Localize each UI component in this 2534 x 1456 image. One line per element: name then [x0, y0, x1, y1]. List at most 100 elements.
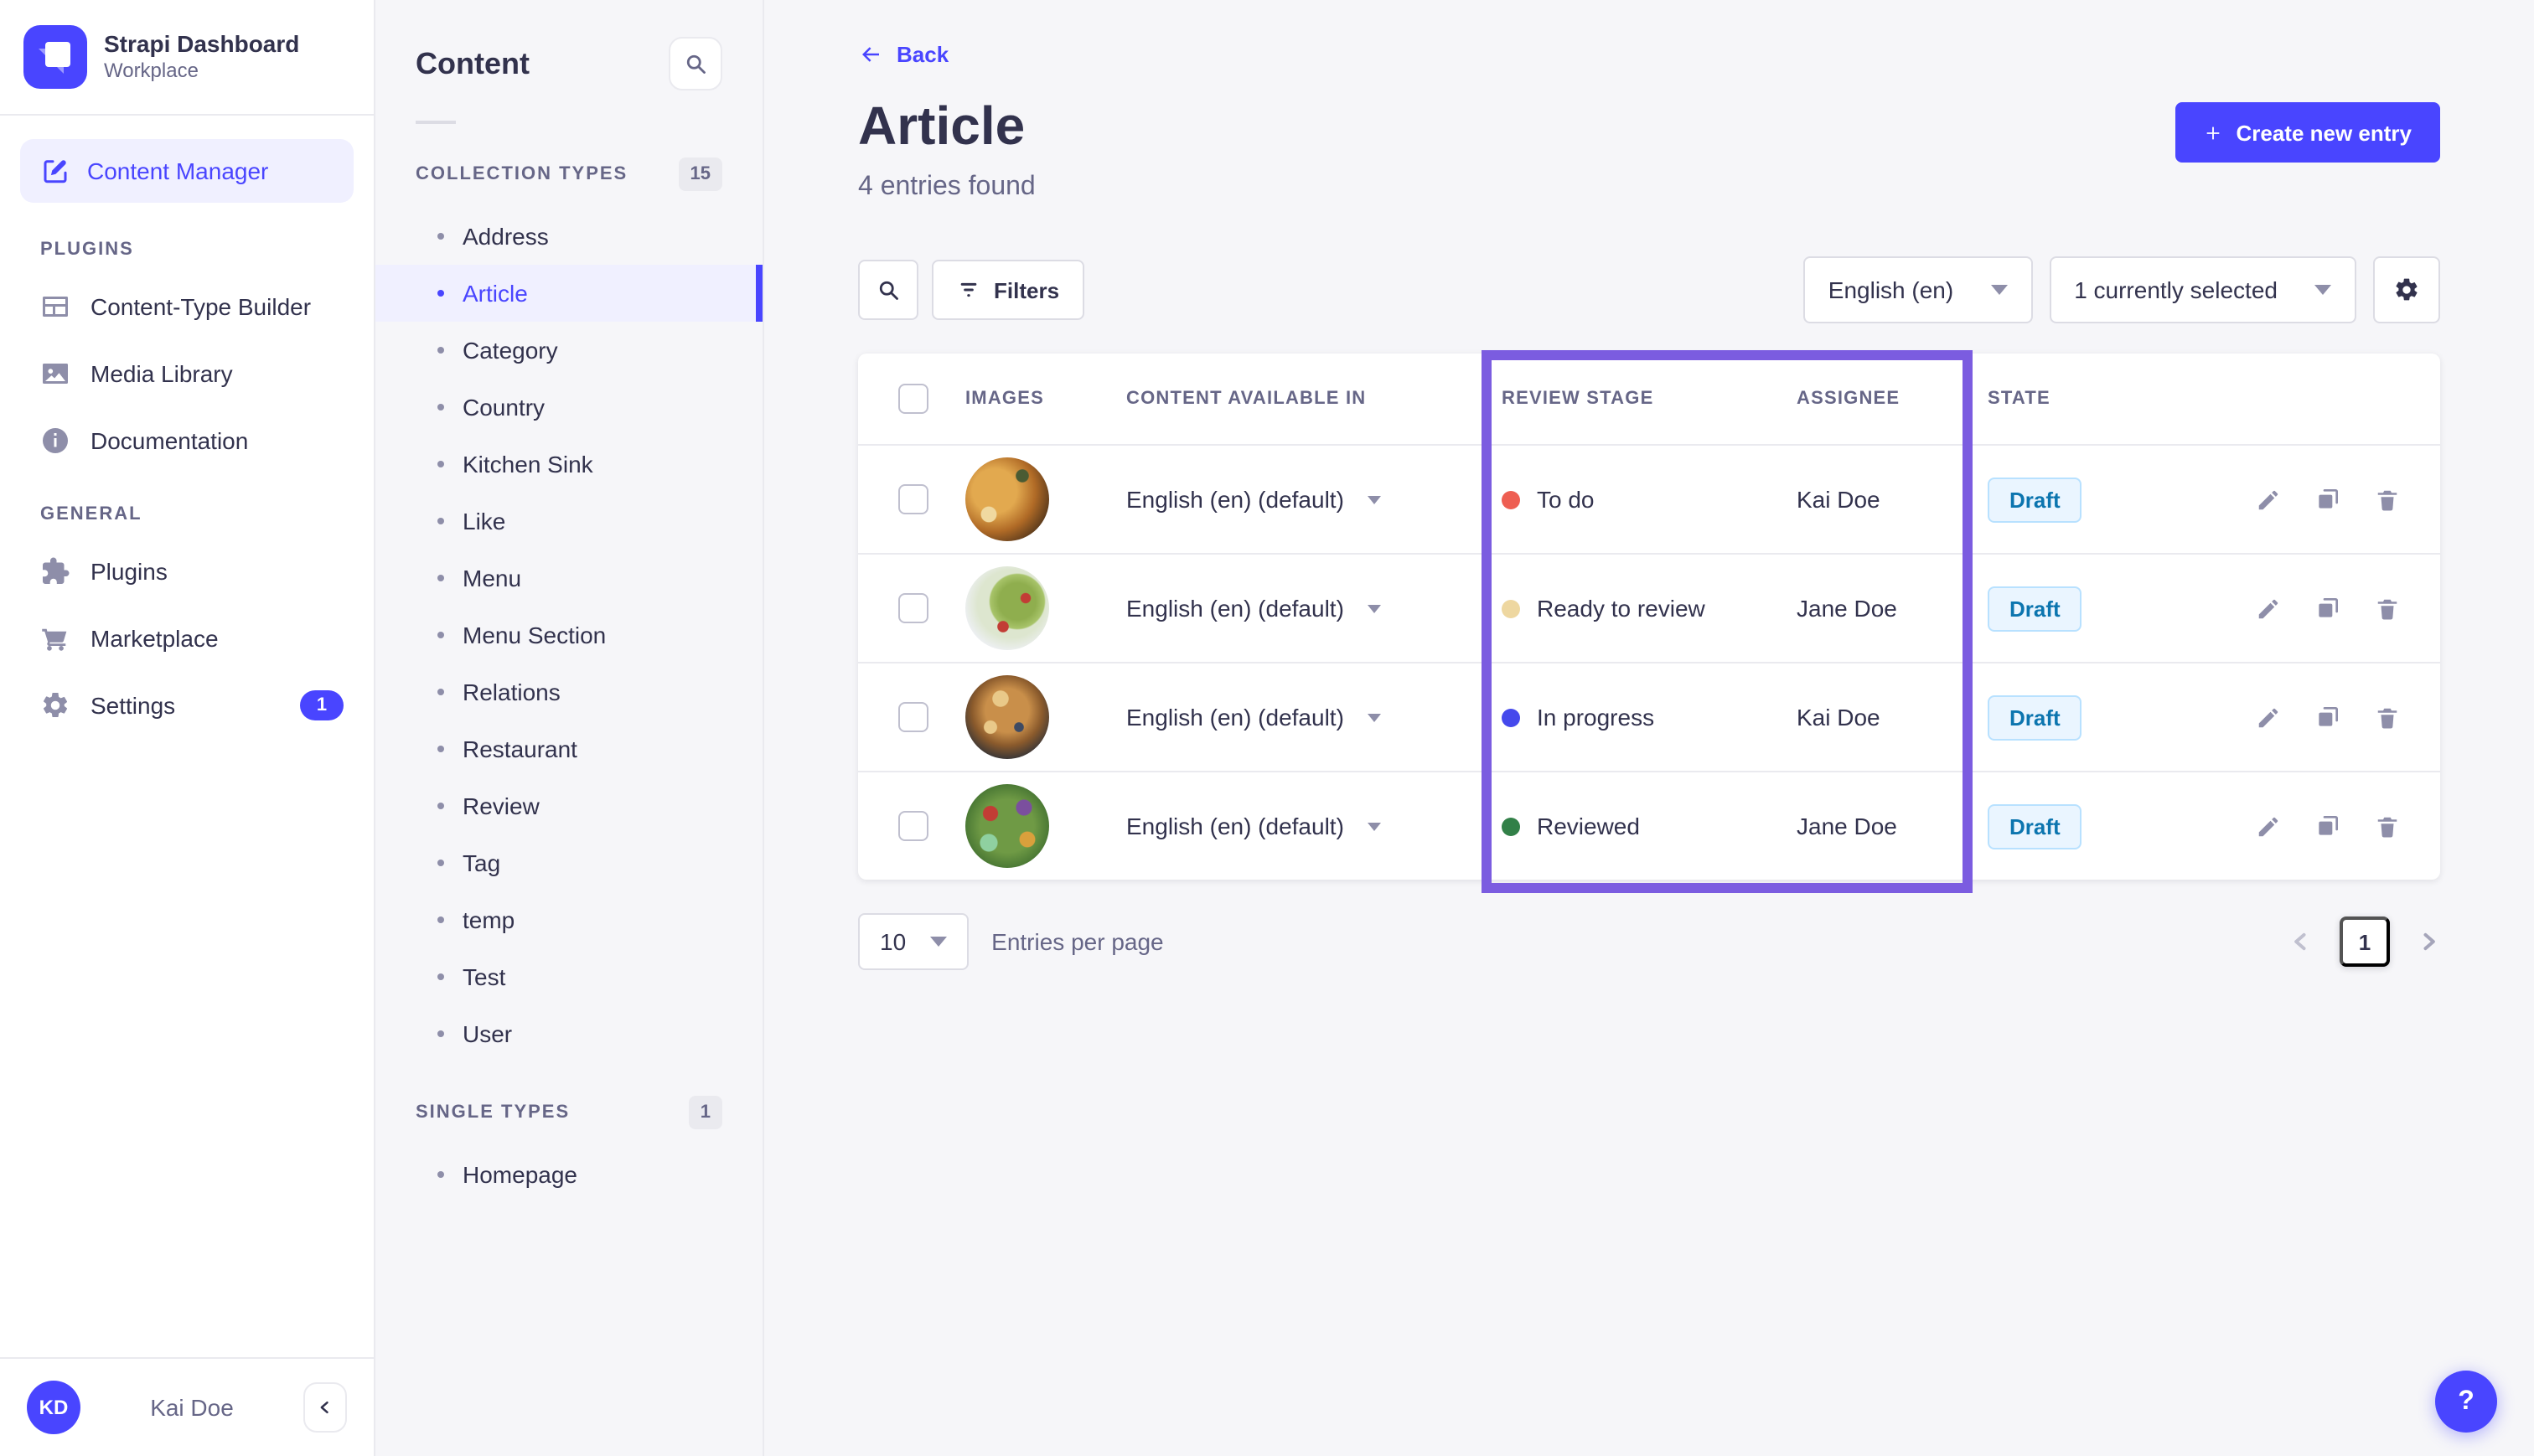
table-row[interactable]: English (en) (default) In progress Kai D…: [858, 662, 2440, 771]
copy-icon: [2314, 595, 2341, 622]
delete-button[interactable]: [2375, 813, 2400, 839]
row-checkbox[interactable]: [898, 811, 928, 841]
bullet-icon: [437, 973, 444, 980]
locale-cell[interactable]: English (en) (default): [1126, 813, 1502, 839]
row-checkbox[interactable]: [898, 593, 928, 623]
sidebar-item-temp[interactable]: temp: [375, 891, 763, 948]
select-all-checkbox[interactable]: [898, 384, 928, 414]
row-photo: [965, 457, 1049, 541]
content-sidebar-title: Content: [416, 46, 530, 81]
page-size-select[interactable]: 10: [858, 913, 968, 970]
locale-cell[interactable]: English (en) (default): [1126, 704, 1502, 731]
table-row[interactable]: English (en) (default) To do Kai Doe Dra…: [858, 444, 2440, 553]
sidebar-item-media-library[interactable]: Media Library: [0, 340, 374, 407]
review-stage-cell: To do: [1502, 486, 1797, 513]
row-photo: [965, 784, 1049, 868]
row-actions: [2202, 813, 2400, 839]
bullet-icon: [437, 689, 444, 695]
workspace-subtitle: Workplace: [104, 59, 299, 85]
delete-button[interactable]: [2375, 596, 2400, 621]
caret-down-icon: [1368, 495, 1381, 503]
create-new-entry-button[interactable]: Create new entry: [2175, 102, 2440, 163]
row-checkbox[interactable]: [898, 484, 928, 514]
help-button[interactable]: ?: [2435, 1371, 2497, 1433]
column-header-assignee[interactable]: ASSIGNEE: [1797, 389, 1988, 409]
table-search-button[interactable]: [858, 260, 918, 320]
sidebar-item-plugins[interactable]: Plugins: [0, 538, 374, 605]
sidebar-item-documentation[interactable]: Documentation: [0, 407, 374, 474]
sidebar-item-content-type-builder[interactable]: Content-Type Builder: [0, 273, 374, 340]
sidebar-item-category[interactable]: Category: [375, 322, 763, 379]
pencil-icon: [2256, 487, 2281, 512]
edit-button[interactable]: [2256, 705, 2281, 730]
duplicate-button[interactable]: [2314, 704, 2341, 731]
sidebar-item-tag[interactable]: Tag: [375, 834, 763, 891]
sidebar-item-country[interactable]: Country: [375, 379, 763, 436]
sidebar-item-article[interactable]: Article: [375, 265, 763, 322]
avatar[interactable]: KD: [27, 1381, 80, 1434]
duplicate-button[interactable]: [2314, 486, 2341, 513]
filters-button[interactable]: Filters: [932, 260, 1084, 320]
sidebar-item-homepage[interactable]: Homepage: [375, 1146, 763, 1203]
trash-icon: [2375, 487, 2400, 512]
sidebar-collapse-button[interactable]: [303, 1382, 347, 1433]
page-title: Article: [858, 96, 1025, 157]
sidebar-item-kitchen-sink[interactable]: Kitchen Sink: [375, 436, 763, 493]
table-row[interactable]: English (en) (default) Reviewed Jane Doe…: [858, 771, 2440, 880]
delete-button[interactable]: [2375, 487, 2400, 512]
sidebar-item-menu[interactable]: Menu: [375, 550, 763, 607]
content-sidebar: Content COLLECTION TYPES 15 Address Arti…: [375, 0, 764, 1456]
row-actions: [2202, 704, 2400, 731]
duplicate-button[interactable]: [2314, 595, 2341, 622]
page-number-button[interactable]: 1: [2340, 916, 2390, 967]
stage-dot-icon: [1502, 490, 1520, 509]
table-row[interactable]: English (en) (default) Ready to review J…: [858, 553, 2440, 662]
assignee-cell: Jane Doe: [1797, 813, 1988, 839]
collection-types-count-badge: 15: [679, 157, 723, 191]
strapi-dashboard-app: Strapi Dashboard Workplace Content Manag…: [0, 0, 2534, 1456]
media-image-icon: [40, 359, 70, 389]
column-header-images[interactable]: IMAGES: [965, 389, 1126, 409]
bullet-icon: [437, 347, 444, 354]
view-settings-button[interactable]: [2373, 256, 2440, 323]
duplicate-button[interactable]: [2314, 813, 2341, 839]
stage-dot-icon: [1502, 817, 1520, 835]
bullet-icon: [437, 860, 444, 866]
locale-cell[interactable]: English (en) (default): [1126, 595, 1502, 622]
row-checkbox[interactable]: [898, 702, 928, 732]
sidebar-item-restaurant[interactable]: Restaurant: [375, 720, 763, 777]
edit-button[interactable]: [2256, 487, 2281, 512]
locale-cell[interactable]: English (en) (default): [1126, 486, 1502, 513]
copy-icon: [2314, 813, 2341, 839]
column-header-content-available-in[interactable]: CONTENT AVAILABLE IN: [1126, 389, 1502, 409]
edit-button[interactable]: [2256, 813, 2281, 839]
delete-button[interactable]: [2375, 705, 2400, 730]
bullet-icon: [437, 233, 444, 240]
sidebar-item-like[interactable]: Like: [375, 493, 763, 550]
sidebar-item-marketplace[interactable]: Marketplace: [0, 605, 374, 672]
main-sidebar: Strapi Dashboard Workplace Content Manag…: [0, 0, 375, 1456]
section-label-general: GENERAL: [0, 474, 374, 538]
sidebar-item-content-manager[interactable]: Content Manager: [20, 139, 354, 203]
table-header-row: IMAGES CONTENT AVAILABLE IN REVIEW STAGE…: [858, 354, 2440, 444]
locale-select[interactable]: English (en): [1803, 256, 2032, 323]
back-link[interactable]: Back: [858, 42, 949, 67]
sidebar-item-address[interactable]: Address: [375, 208, 763, 265]
caret-down-icon: [1368, 604, 1381, 612]
sidebar-item-user[interactable]: User: [375, 1005, 763, 1062]
sidebar-item-test[interactable]: Test: [375, 948, 763, 1005]
sidebar-item-review[interactable]: Review: [375, 777, 763, 834]
workspace-brand[interactable]: Strapi Dashboard Workplace: [0, 0, 374, 116]
trash-icon: [2375, 705, 2400, 730]
fields-selected-select[interactable]: 1 currently selected: [2049, 256, 2356, 323]
content-search-button[interactable]: [669, 37, 722, 90]
sidebar-item-menu-section[interactable]: Menu Section: [375, 607, 763, 663]
previous-page-button[interactable]: [2289, 930, 2313, 953]
status-badge: Draft: [1988, 803, 2082, 849]
sidebar-item-relations[interactable]: Relations: [375, 663, 763, 720]
column-header-state[interactable]: STATE: [1988, 389, 2202, 409]
sidebar-item-settings[interactable]: Settings 1: [0, 672, 374, 739]
edit-button[interactable]: [2256, 596, 2281, 621]
next-page-button[interactable]: [2417, 930, 2440, 953]
column-header-review-stage[interactable]: REVIEW STAGE: [1502, 389, 1797, 409]
